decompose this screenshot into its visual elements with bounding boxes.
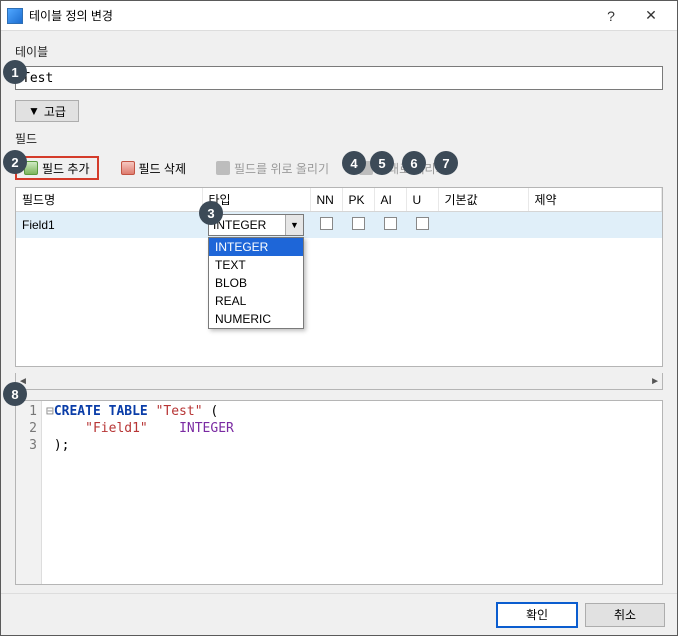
fields-section-label: 필드 xyxy=(15,130,663,147)
dialog-footer: 확인 취소 xyxy=(1,593,677,635)
default-cell[interactable] xyxy=(438,212,528,239)
type-option-integer[interactable]: INTEGER xyxy=(209,238,303,256)
callout-7: 7 xyxy=(434,151,458,175)
type-option-blob[interactable]: BLOB xyxy=(209,274,303,292)
type-option-real[interactable]: REAL xyxy=(209,292,303,310)
type-option-text[interactable]: TEXT xyxy=(209,256,303,274)
sql-preview: 1 2 3 ⊟CREATE TABLE "Test" ( "Field1" IN… xyxy=(15,400,663,585)
ai-checkbox[interactable] xyxy=(384,217,397,230)
pk-checkbox[interactable] xyxy=(352,217,365,230)
close-button[interactable]: ✕ xyxy=(631,2,671,30)
delete-field-icon xyxy=(121,161,135,175)
table-section-label: 테이블 xyxy=(15,43,663,60)
move-up-button[interactable]: 필드를 위로 올리기 xyxy=(208,156,337,180)
titlebar: 테이블 정의 변경 ? ✕ xyxy=(1,1,677,31)
app-icon xyxy=(7,8,23,24)
callout-1: 1 xyxy=(3,60,27,84)
callout-8: 8 xyxy=(3,382,27,406)
column-header-ai[interactable]: AI xyxy=(374,188,406,212)
check-cell[interactable] xyxy=(528,212,662,239)
callout-3: 3 xyxy=(199,201,223,225)
cancel-button[interactable]: 취소 xyxy=(585,603,665,627)
chevron-down-icon[interactable]: ▼ xyxy=(285,215,303,235)
column-header-name[interactable]: 필드명 xyxy=(16,188,202,212)
fields-table-container: 필드명 타입 NN PK AI U 기본값 제약 Field1 xyxy=(15,187,663,367)
delete-field-button[interactable]: 필드 삭제 xyxy=(113,156,195,180)
callout-2: 2 xyxy=(3,150,27,174)
arrow-up-icon xyxy=(216,161,230,175)
dialog-window: 테이블 정의 변경 ? ✕ 테이블 ▼ 고급 필드 필드 추가 필드 삭제 필드… xyxy=(0,0,678,636)
table-row[interactable]: Field1 INTEGER ▼ INTEGER TEXT BLOB REAL xyxy=(16,212,662,239)
fields-header-row: 필드명 타입 NN PK AI U 기본값 제약 xyxy=(16,188,662,212)
type-combobox[interactable]: INTEGER ▼ INTEGER TEXT BLOB REAL NUMERIC xyxy=(208,214,304,236)
delete-field-label: 필드 삭제 xyxy=(139,160,187,177)
column-header-pk[interactable]: PK xyxy=(342,188,374,212)
fold-icon[interactable]: ⊟ xyxy=(46,404,54,419)
callout-6: 6 xyxy=(402,151,426,175)
line-number: 1 xyxy=(16,403,37,420)
window-title: 테이블 정의 변경 xyxy=(29,7,591,24)
horizontal-scrollbar[interactable]: ◄ ► xyxy=(15,373,663,390)
add-field-label: 필드 추가 xyxy=(42,160,90,177)
sql-code[interactable]: ⊟CREATE TABLE "Test" ( "Field1" INTEGER … xyxy=(42,401,662,584)
help-button[interactable]: ? xyxy=(591,2,631,30)
dialog-body: 테이블 ▼ 고급 필드 필드 추가 필드 삭제 필드를 위로 올리기 아래로 내… xyxy=(1,31,677,593)
advanced-button[interactable]: ▼ 고급 xyxy=(15,100,79,122)
type-option-numeric[interactable]: NUMERIC xyxy=(209,310,303,328)
fields-table: 필드명 타입 NN PK AI U 기본값 제약 Field1 xyxy=(16,188,662,238)
field-name-cell[interactable]: Field1 xyxy=(16,212,202,239)
add-field-button[interactable]: 필드 추가 xyxy=(15,156,99,180)
callout-5: 5 xyxy=(370,151,394,175)
callout-4: 4 xyxy=(342,151,366,175)
scroll-right-icon[interactable]: ► xyxy=(650,376,660,387)
type-dropdown: INTEGER TEXT BLOB REAL NUMERIC xyxy=(208,237,304,329)
move-up-label: 필드를 위로 올리기 xyxy=(234,160,329,177)
line-number: 2 xyxy=(16,420,37,437)
u-checkbox[interactable] xyxy=(416,217,429,230)
advanced-label: 고급 xyxy=(44,103,66,120)
column-header-nn[interactable]: NN xyxy=(310,188,342,212)
nn-checkbox[interactable] xyxy=(320,217,333,230)
ok-button[interactable]: 확인 xyxy=(497,603,577,627)
column-header-u[interactable]: U xyxy=(406,188,438,212)
line-number: 3 xyxy=(16,437,37,454)
sql-gutter: 1 2 3 xyxy=(16,401,42,584)
fields-toolbar: 필드 추가 필드 삭제 필드를 위로 올리기 아래로 내리기 xyxy=(15,155,663,181)
column-header-check[interactable]: 제약 xyxy=(528,188,662,212)
table-name-input[interactable] xyxy=(15,66,663,90)
chevron-down-icon: ▼ xyxy=(28,104,40,118)
column-header-default[interactable]: 기본값 xyxy=(438,188,528,212)
